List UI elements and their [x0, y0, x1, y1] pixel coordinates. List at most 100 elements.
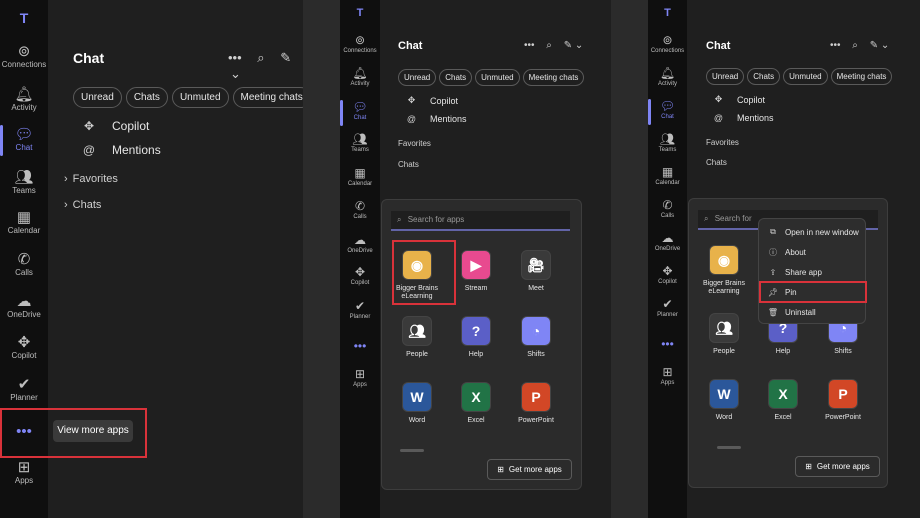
get-more-apps-button[interactable]: ⊞ Get more apps [487, 459, 572, 480]
rail-item-chat[interactable]: 💬︎ Chat [340, 100, 380, 126]
menu-item-open-in-new-window[interactable]: ⧉ Open in new window [759, 223, 865, 241]
app-tile-powerpoint[interactable]: P PowerPoint [508, 382, 564, 425]
scrollbar[interactable] [400, 449, 424, 452]
rail-item-planner[interactable]: ✔ Planner [648, 297, 687, 323]
section-favorites[interactable]: Favorites [706, 138, 739, 147]
more-options-icon[interactable]: ••• [228, 50, 242, 65]
filter-chip-unmuted[interactable]: Unmuted [171, 87, 229, 108]
rail-item-connections[interactable]: ⊚ Connections [648, 33, 687, 59]
filter-chip-unmuted[interactable]: Unmuted [475, 69, 520, 86]
app-tile-word[interactable]: W Word [696, 379, 752, 422]
filter-chip-chats[interactable]: Chats [125, 87, 168, 108]
rail-item-apps[interactable]: ⊞ Apps [0, 458, 48, 489]
rail-item-teams[interactable]: 👥︎ Teams [0, 168, 48, 199]
compose-icon[interactable]: ✎ [280, 50, 291, 65]
rail-item-copilot[interactable]: ✥ Copilot [0, 333, 48, 364]
search-icon[interactable]: ⌕ [546, 40, 552, 51]
app-tile-excel[interactable]: X Excel [448, 382, 504, 425]
rail-item-activity[interactable]: 🔔︎ Activity [648, 66, 687, 92]
rail-item-apps[interactable]: ⊞ Apps [648, 365, 687, 391]
pinned-mentions[interactable]: @ Mentions [709, 113, 774, 123]
rail-item-copilot[interactable]: ✥ Copilot [648, 264, 687, 290]
rail-item-label: Planner [349, 314, 371, 320]
app-tile-people[interactable]: 👥︎ People [696, 313, 752, 356]
filter-chip-meeting-chats[interactable]: Meeting chats [232, 87, 303, 108]
get-more-apps-button[interactable]: ⊞ Get more apps [795, 456, 880, 477]
rail-item-label: Apps [660, 380, 675, 386]
pinned-copilot[interactable]: ✥ Copilot [402, 95, 458, 106]
rail-item-activity[interactable]: 🔔︎ Activity [340, 66, 380, 92]
rail-item-calls[interactable]: ✆ Calls [648, 198, 687, 224]
rail-item-onedrive[interactable]: ☁ OneDrive [648, 231, 687, 257]
rail-item-connections[interactable]: ⊚ Connections [0, 42, 48, 73]
chevron-down-icon[interactable]: ⌄ [881, 40, 889, 51]
more-options-icon[interactable]: ••• [830, 40, 841, 51]
rail-item-teams[interactable]: 👥︎ Teams [340, 132, 380, 158]
menu-item-about[interactable]: ⓘ About [759, 243, 865, 261]
rail-item-label: Teams [658, 147, 677, 153]
rail-item-apps[interactable]: ⊞ Apps [340, 367, 380, 393]
app-tile-people[interactable]: 👥︎ People [389, 316, 445, 359]
scrollbar[interactable] [717, 446, 741, 449]
filter-chip-chats[interactable]: Chats [747, 68, 781, 85]
search-icon[interactable]: ⌕ [257, 50, 264, 65]
page-title: Chat [706, 40, 731, 52]
rail-item-calendar[interactable]: ▦ Calendar [0, 208, 48, 239]
app-tile-bigger[interactable]: ◉ Bigger Brains eLearning [696, 245, 752, 296]
filter-chip-unread[interactable]: Unread [706, 68, 745, 85]
app-label: Meet [528, 285, 544, 292]
rail-item-calendar[interactable]: ▦ Calendar [340, 166, 380, 192]
rail-item-chat[interactable]: 💬︎ Chat [0, 125, 48, 156]
rail-item-activity[interactable]: 🔔︎ Activity [0, 85, 48, 116]
app-tile-excel[interactable]: X Excel [755, 379, 811, 422]
app-tile-shifts[interactable]: ◔ Shifts [508, 316, 564, 359]
rail-item-calls[interactable]: ✆ Calls [340, 199, 380, 225]
rail-item-onedrive[interactable]: ☁ OneDrive [0, 292, 48, 323]
rail-item-connections[interactable]: ⊚ Connections [340, 33, 380, 59]
rail-item-calendar[interactable]: ▦ Calendar [648, 165, 687, 191]
rail-item-more-apps[interactable]: ••• [648, 337, 687, 363]
app-tile-help[interactable]: ? Help [448, 316, 504, 359]
app-search-input[interactable]: ⌕ Search for apps [391, 211, 570, 231]
section-favorites[interactable]: › Favorites [64, 173, 118, 185]
filter-chip-chats[interactable]: Chats [439, 69, 473, 86]
panel-right: T Chat ••• ⌕ ✎ ⌄ Unread Chats Unmuted Meeti… [648, 0, 920, 518]
pinned-copilot[interactable]: ✥ Copilot [709, 94, 765, 105]
section-chats[interactable]: › Chats [64, 199, 101, 211]
compose-icon[interactable]: ✎ [870, 40, 878, 51]
rail-item-copilot[interactable]: ✥ Copilot [340, 265, 380, 291]
filter-chip-unmuted[interactable]: Unmuted [783, 68, 828, 85]
compose-icon[interactable]: ✎ [564, 40, 572, 51]
filter-chip-meeting-chats[interactable]: Meeting chats [522, 69, 585, 86]
search-icon[interactable]: ⌕ [852, 40, 858, 51]
more-options-icon[interactable]: ••• [524, 40, 535, 51]
chevron-down-icon[interactable]: ⌄ [575, 40, 583, 51]
rail-item-chat[interactable]: 💬︎ Chat [648, 99, 687, 125]
rail-item-more-apps[interactable]: ••• [340, 339, 380, 365]
menu-item-share-app[interactable]: ⇪ Share app [759, 263, 865, 281]
rail-item-planner[interactable]: ✔ Planner [0, 375, 48, 406]
filter-chip-unread[interactable]: Unread [398, 69, 437, 86]
app-tile-word[interactable]: W Word [389, 382, 445, 425]
rail-item-label: Activity [657, 81, 677, 87]
app-tile-stream[interactable]: ▶ Stream [448, 250, 504, 293]
excel-icon: X [461, 382, 491, 412]
section-chats[interactable]: Chats [706, 158, 727, 167]
menu-item-uninstall[interactable]: 🗑︎ Uninstall [759, 303, 865, 321]
filter-chip-meeting-chats[interactable]: Meeting chats [830, 68, 893, 85]
pinned-copilot[interactable]: ✥ Copilot [78, 119, 149, 133]
filter-chip-unread[interactable]: Unread [73, 87, 122, 108]
rail-item-teams[interactable]: 👥︎ Teams [648, 132, 687, 158]
rail-item-more-apps[interactable]: ••• [0, 423, 48, 454]
pinned-mentions[interactable]: @ Mentions [402, 114, 467, 124]
app-tile-powerpoint[interactable]: P PowerPoint [815, 379, 871, 422]
chevron-down-icon[interactable]: ⌄ [230, 66, 241, 81]
section-chats[interactable]: Chats [398, 160, 419, 169]
rail-item-planner[interactable]: ✔ Planner [340, 299, 380, 325]
pinned-mentions[interactable]: @ Mentions [78, 143, 161, 157]
rail-item-calls[interactable]: ✆ Calls [0, 250, 48, 281]
rail-item-onedrive[interactable]: ☁ OneDrive [340, 233, 380, 259]
section-favorites[interactable]: Favorites [398, 139, 431, 148]
app-tile-meet[interactable]: 🎥︎ Meet [508, 250, 564, 293]
teams-icon: 👥︎ [14, 169, 34, 186]
